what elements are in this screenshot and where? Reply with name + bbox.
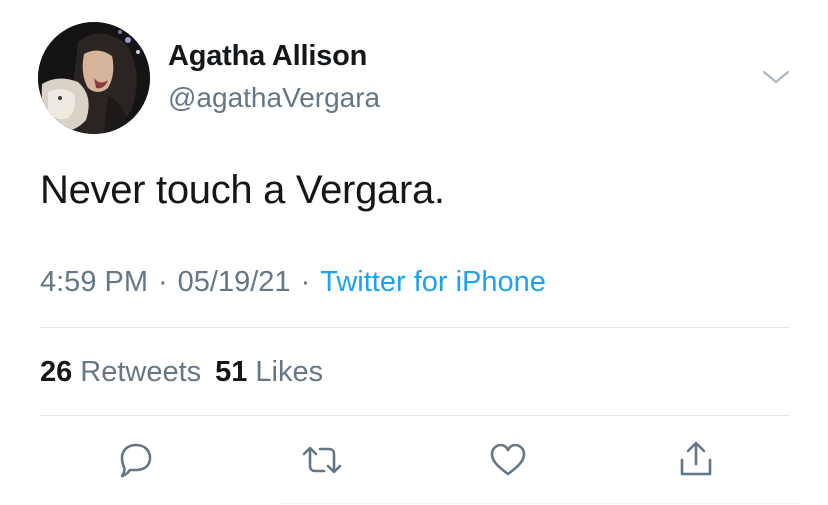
share-button[interactable] (674, 440, 718, 480)
likes-label: Likes (255, 356, 324, 388)
meta-separator: · (158, 266, 168, 298)
heart-icon (490, 443, 526, 476)
likes-stat[interactable]: 51 Likes (215, 356, 323, 388)
speech-bubble-icon (120, 443, 152, 478)
retweets-stat[interactable]: 26 Retweets (40, 356, 201, 388)
reply-button[interactable] (114, 440, 158, 480)
divider (40, 327, 790, 328)
chevron-down-icon[interactable] (760, 66, 792, 88)
like-button[interactable] (486, 440, 530, 480)
meta-separator: · (300, 266, 311, 298)
divider (40, 415, 790, 416)
retweets-label: Retweets (80, 356, 202, 388)
tweet-date: 05/19/21 (177, 266, 291, 298)
tweet-stats: 26 Retweets 51 Likes (40, 356, 323, 389)
divider (280, 503, 800, 504)
retweets-count: 26 (40, 356, 73, 388)
tweet-text: Never touch a Vergara. (40, 168, 445, 212)
likes-count: 51 (215, 356, 248, 388)
share-upload-icon (680, 441, 712, 476)
tweet-card: Agatha Allison @agathaVergara Never touc… (0, 0, 828, 505)
tweet-meta: 4:59 PM · 05/19/21 · Twitter for iPhone (40, 266, 546, 299)
tweet-time: 4:59 PM (40, 266, 148, 298)
avatar-photo (38, 22, 150, 134)
user-handle[interactable]: @agathaVergara (168, 82, 380, 114)
retweet-button[interactable] (300, 440, 344, 480)
retweet-arrows-icon (302, 446, 342, 474)
tweet-source-link[interactable]: Twitter for iPhone (320, 266, 546, 298)
avatar[interactable] (38, 22, 150, 134)
display-name[interactable]: Agatha Allison (168, 40, 367, 73)
